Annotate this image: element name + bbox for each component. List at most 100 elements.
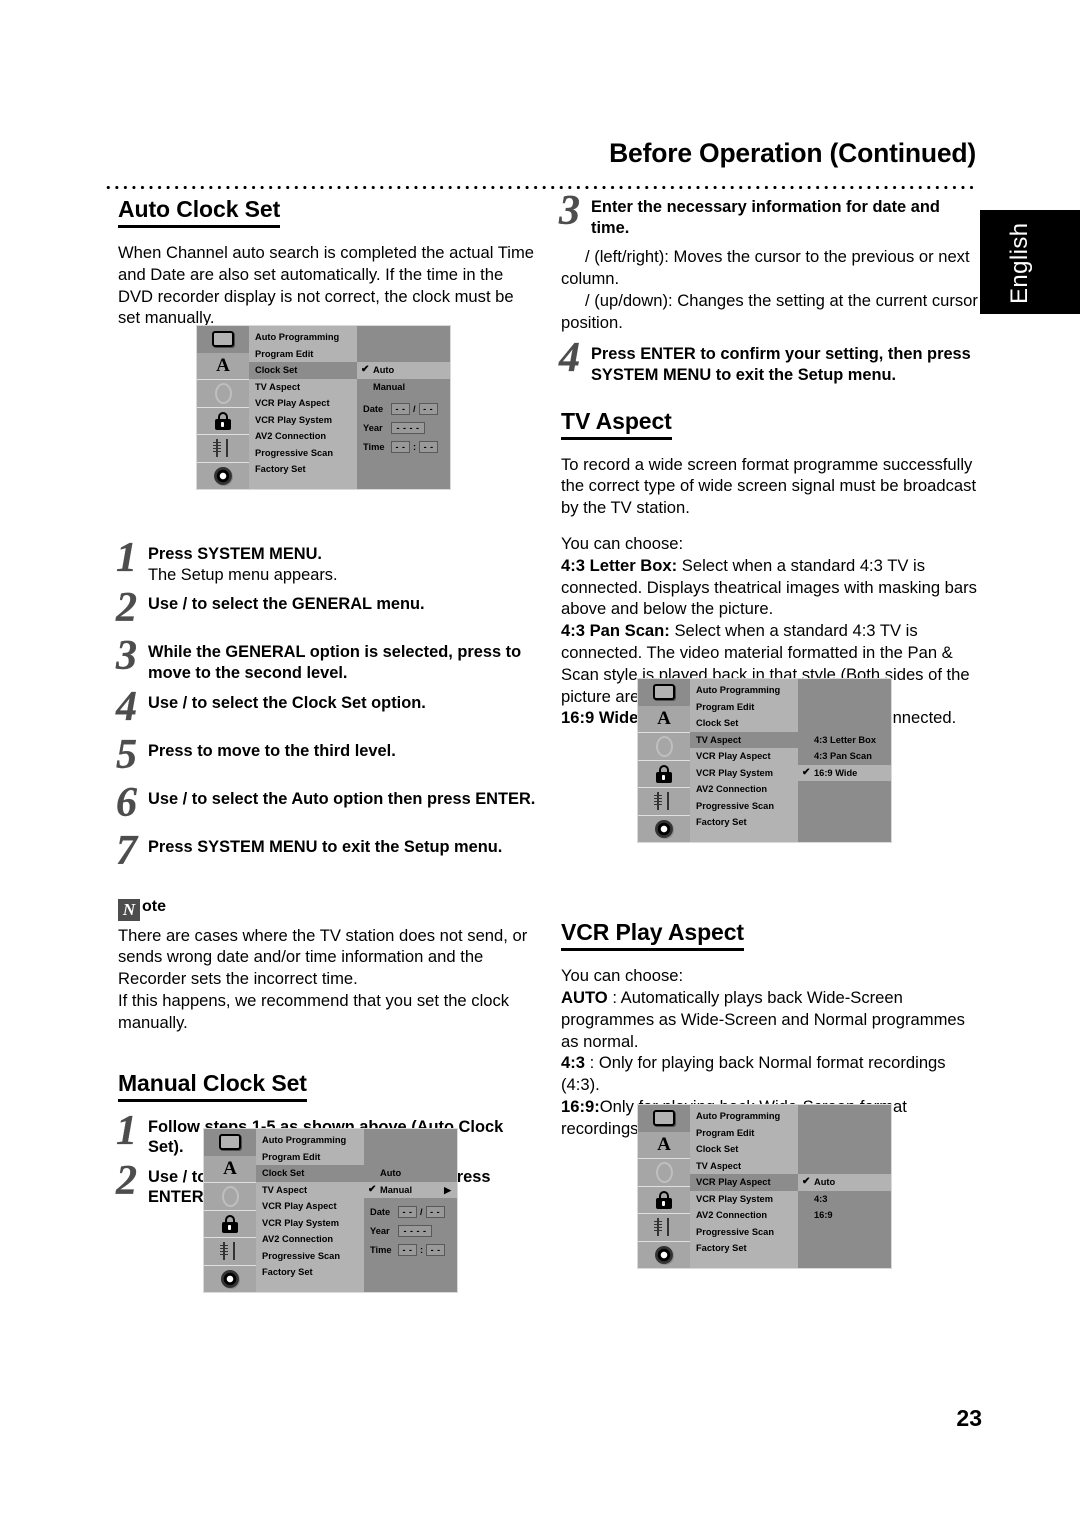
step-number: 1 — [116, 1107, 137, 1154]
step-number: 2 — [116, 1157, 137, 1204]
osd-option-item[interactable]: ✔ Auto — [357, 362, 450, 379]
osd-menu-item[interactable]: VCR Play Aspect — [249, 395, 357, 412]
ellipse-icon[interactable] — [638, 1159, 690, 1187]
disc-icon[interactable] — [197, 463, 249, 490]
ellipse-icon[interactable] — [197, 380, 249, 408]
slider-icon[interactable] — [638, 788, 690, 816]
chevron-right-icon: ▶ — [444, 1184, 451, 1195]
slider-icon[interactable] — [197, 435, 249, 463]
disc-icon[interactable] — [204, 1266, 256, 1293]
osd-menu-item[interactable]: AV2 Connection — [690, 1207, 798, 1224]
osd-menu-item[interactable]: Clock Set — [249, 362, 363, 379]
step-number: 5 — [116, 731, 137, 778]
tv-icon[interactable] — [638, 1105, 690, 1132]
lock-icon[interactable] — [204, 1211, 256, 1238]
osd-options-panel: ✔ Auto 4:3 16:9 — [798, 1105, 891, 1268]
step-item: 7 Press SYSTEM MENU to exit the Setup me… — [116, 829, 538, 876]
osd-field-value[interactable]: - - — [398, 1206, 417, 1218]
osd-field-value[interactable]: - - — [391, 441, 410, 453]
osd-menu-item[interactable]: VCR Play Aspect — [256, 1198, 364, 1215]
tv-icon[interactable] — [197, 326, 249, 353]
check-icon: ✔ — [802, 1176, 811, 1187]
osd-option-item[interactable]: Manual — [357, 379, 450, 396]
osd-field-label: Time — [363, 442, 385, 452]
lock-icon[interactable] — [638, 1187, 690, 1214]
osd-field-row: Time - -:- - — [364, 1241, 457, 1259]
letter-a-icon[interactable]: A — [638, 706, 690, 733]
osd-field-value[interactable]: - - - - — [391, 422, 425, 434]
lock-icon[interactable] — [638, 761, 690, 788]
osd-field-value[interactable]: - - — [398, 1244, 417, 1256]
osd-menu-item[interactable]: Program Edit — [690, 699, 798, 716]
osd-field-value[interactable]: - - — [425, 1206, 445, 1218]
osd-menu-item[interactable]: Clock Set — [690, 1141, 798, 1158]
osd-option-item[interactable]: 4:3 — [798, 1191, 891, 1208]
osd-option-item[interactable]: ✔ Manual ▶ — [364, 1181, 457, 1198]
osd-menu-list: Auto Programming Program Edit Clock Set TV … — [690, 679, 804, 842]
osd-menu-item[interactable]: Progressive Scan — [690, 1224, 798, 1241]
osd-menu-item[interactable]: Clock Set — [256, 1165, 370, 1182]
osd-menu-item[interactable]: Factory Set — [690, 1240, 798, 1257]
osd-field-value[interactable]: - - — [419, 441, 439, 453]
disc-icon[interactable] — [638, 1242, 690, 1269]
osd-field-value[interactable]: - - — [391, 403, 410, 415]
osd-menu-item[interactable]: VCR Play System — [690, 765, 798, 782]
tv-icon[interactable] — [204, 1129, 256, 1156]
osd-option-item[interactable]: ✔ 16:9 Wide — [798, 764, 891, 781]
lock-icon[interactable] — [197, 408, 249, 435]
osd-menu-item[interactable]: VCR Play Aspect — [690, 748, 798, 765]
step-text-bold: While the GENERAL option is selected, pr… — [148, 643, 522, 682]
osd-screenshot-vcr-play-aspect: A Auto Programming Program Edit Clock Set TV… — [637, 1104, 892, 1269]
disc-icon[interactable] — [638, 816, 690, 843]
osd-menu-item[interactable]: Auto Programming — [690, 682, 798, 699]
osd-menu-item[interactable]: Program Edit — [249, 346, 357, 363]
dotted-divider — [104, 185, 976, 190]
tv-aspect-heading: TV Aspect — [561, 408, 672, 440]
osd-option-item[interactable]: 4:3 Letter Box — [798, 732, 891, 749]
osd-menu-item[interactable]: AV2 Connection — [249, 428, 357, 445]
slider-icon[interactable] — [204, 1238, 256, 1266]
osd-menu-item[interactable]: VCR Play System — [256, 1215, 364, 1232]
osd-option-item[interactable]: Auto — [364, 1165, 457, 1182]
ellipse-icon[interactable] — [638, 733, 690, 761]
osd-menu-item[interactable]: TV Aspect — [690, 1158, 798, 1175]
letter-a-icon[interactable]: A — [197, 353, 249, 380]
osd-field-value[interactable]: - - - - — [398, 1225, 432, 1237]
step-number: 6 — [116, 779, 137, 826]
osd-menu-item[interactable]: AV2 Connection — [256, 1231, 364, 1248]
osd-menu-item[interactable]: Program Edit — [256, 1149, 364, 1166]
osd-option-item[interactable]: 16:9 — [798, 1207, 891, 1224]
letter-a-icon[interactable]: A — [204, 1156, 256, 1183]
language-side-tab: English — [980, 210, 1080, 314]
osd-menu-item[interactable]: Auto Programming — [256, 1132, 364, 1149]
osd-menu-item[interactable]: Progressive Scan — [256, 1248, 364, 1265]
osd-menu-item[interactable]: Auto Programming — [249, 329, 357, 346]
osd-menu-item[interactable]: Program Edit — [690, 1125, 798, 1142]
tv-aspect-option-label: 4:3 Letter Box: — [561, 555, 678, 575]
letter-a-icon[interactable]: A — [638, 1132, 690, 1159]
osd-menu-item[interactable]: Progressive Scan — [690, 798, 798, 815]
osd-field-value[interactable]: - - — [426, 1244, 446, 1256]
osd-menu-item[interactable]: VCR Play Aspect — [690, 1174, 804, 1191]
ellipse-icon[interactable] — [204, 1183, 256, 1211]
osd-option-item[interactable]: ✔ Auto — [798, 1174, 891, 1191]
slider-icon[interactable] — [638, 1214, 690, 1242]
osd-menu-item[interactable]: VCR Play System — [690, 1191, 798, 1208]
osd-menu-item[interactable]: TV Aspect — [690, 731, 804, 748]
osd-menu-item[interactable]: TV Aspect — [256, 1182, 364, 1199]
osd-menu-item[interactable]: Progressive Scan — [249, 445, 357, 462]
osd-menu-item[interactable]: AV2 Connection — [690, 781, 798, 798]
osd-menu-item[interactable]: Factory Set — [690, 814, 798, 831]
osd-menu-item[interactable]: Auto Programming — [690, 1108, 798, 1125]
osd-menu-item[interactable]: VCR Play System — [249, 412, 357, 429]
osd-field-value[interactable]: - - — [418, 403, 438, 415]
check-icon: ✔ — [361, 364, 370, 375]
step-number: 2 — [116, 585, 137, 632]
osd-menu-item[interactable]: Factory Set — [249, 461, 357, 478]
vcr-option-desc: : Only for playing back Normal format re… — [561, 1053, 946, 1095]
osd-option-item[interactable]: 4:3 Pan Scan — [798, 748, 891, 765]
osd-menu-item[interactable]: Clock Set — [690, 715, 798, 732]
tv-icon[interactable] — [638, 679, 690, 706]
osd-menu-item[interactable]: Factory Set — [256, 1264, 364, 1281]
osd-menu-item[interactable]: TV Aspect — [249, 379, 357, 396]
